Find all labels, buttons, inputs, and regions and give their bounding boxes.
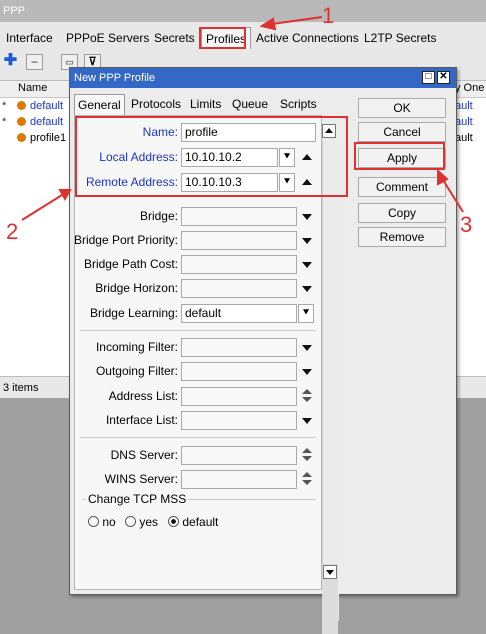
annotation-arrows [21,16,464,221]
arrow-2-line [21,194,63,221]
arrow-1-head [259,17,277,31]
arrow-2-head [58,189,72,202]
annotation-number-1: 1 [322,3,335,28]
arrow-1-line [271,16,323,25]
annotation-number-3: 3 [460,212,473,237]
arrow-3-head [437,168,449,186]
arrow-3-line [442,179,464,213]
annotation-number-2: 2 [6,219,19,244]
